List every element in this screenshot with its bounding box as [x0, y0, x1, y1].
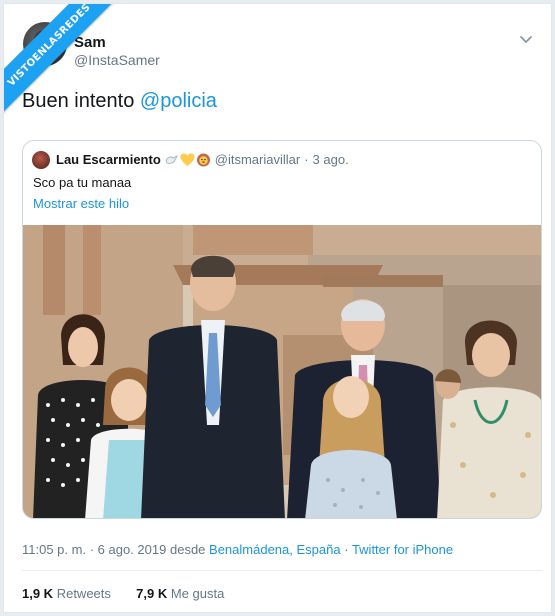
show-thread-link[interactable]: Mostrar este hilo: [33, 196, 129, 211]
quoted-text: Sco pa tu manaa: [33, 175, 132, 190]
quoted-tweet[interactable]: Lau Escarmiento @itsmariavillar · 3 ago.…: [22, 140, 542, 519]
tweet-date[interactable]: 6 ago. 2019: [98, 542, 167, 557]
lion-icon: [196, 153, 210, 166]
divider: [22, 570, 542, 571]
likes-count: 7,9 K: [136, 586, 168, 601]
tweet-text: Buen intento @policia: [22, 90, 217, 113]
tweet-body: Buen intento: [22, 90, 135, 112]
meta-separator: ·: [89, 542, 95, 557]
photo-illustration: [23, 225, 541, 518]
quoted-name: Lau Escarmiento: [56, 152, 161, 167]
retweets-stat[interactable]: 1,9 K Retweets: [22, 586, 111, 601]
client-link[interactable]: Twitter for iPhone: [352, 542, 453, 557]
quoted-photo[interactable]: [23, 225, 541, 518]
location-link[interactable]: Benalmádena, España: [209, 542, 341, 557]
meta-separator-2: ·: [344, 542, 349, 557]
tweet-stats: 1,9 K Retweets 7,9 K Me gusta: [22, 586, 224, 601]
author-handle[interactable]: @InstaSamer: [74, 52, 160, 68]
quoted-separator: ·: [304, 152, 309, 167]
tweet-time[interactable]: 11:05 p. m.: [22, 542, 86, 557]
tweet-meta: 11:05 p. m. · 6 ago. 2019 desde Benalmád…: [22, 542, 453, 557]
quoted-date[interactable]: 3 ago.: [313, 152, 349, 167]
meta-from: desde: [169, 542, 206, 557]
quoted-avatar: [32, 151, 50, 169]
chevron-down-icon[interactable]: [517, 30, 535, 48]
likes-label: Me gusta: [170, 586, 225, 601]
retweets-label: Retweets: [56, 586, 111, 601]
likes-stat[interactable]: 7,9 K Me gusta: [136, 586, 224, 601]
retweets-count: 1,9 K: [22, 586, 54, 601]
quoted-header: Lau Escarmiento @itsmariavillar · 3 ago.: [56, 152, 349, 167]
quoted-handle: @itsmariavillar: [214, 152, 301, 167]
yellow-heart-icon: [180, 153, 195, 166]
mention-link[interactable]: @policia: [140, 90, 217, 112]
tweet-card: VISTOENLASREDES Sam @InstaSamer Buen int…: [3, 3, 552, 613]
quoted-emojis: [164, 153, 211, 167]
dove-icon: [165, 154, 178, 164]
author-name[interactable]: Sam: [74, 34, 106, 51]
